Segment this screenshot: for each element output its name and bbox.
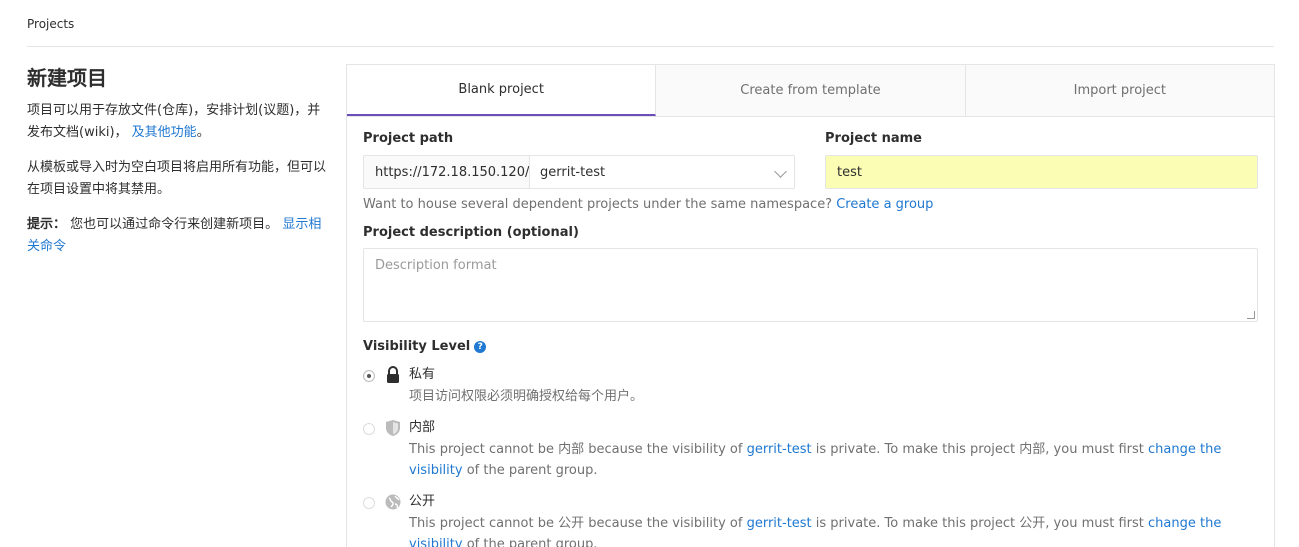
- resize-handle-icon[interactable]: [1247, 311, 1255, 319]
- visibility-option-private: 私有 项目访问权限必须明确授权给每个用户。: [363, 366, 1258, 407]
- template-note: 从模板或导入时为空白项目将启用所有功能，但可以在项目设置中将其禁用。: [27, 160, 327, 197]
- globe-icon: [385, 494, 401, 510]
- tab-create-from-template[interactable]: Create from template: [656, 65, 966, 116]
- divider: [27, 46, 1274, 47]
- visibility-option-internal: 内部 This project cannot be 内部 because the…: [363, 419, 1258, 481]
- new-project-panel: Blank project Create from template Impor…: [346, 64, 1275, 547]
- namespace-help: Want to house several dependent projects…: [363, 197, 934, 212]
- visibility-label: Visibility Level ?: [363, 339, 1258, 354]
- option-title: 公开: [409, 494, 436, 509]
- features-link[interactable]: 及其他功能: [132, 125, 197, 140]
- project-name-input[interactable]: test: [825, 155, 1258, 189]
- parent-group-link[interactable]: gerrit-test: [747, 442, 812, 457]
- description-placeholder: Description format: [375, 258, 497, 273]
- intro-text: 项目可以用于存放文件(仓库)，安排计划(议题)，并发布文档(wiki)， 及其他…: [27, 103, 321, 140]
- project-form: Project path https://172.18.150.120/ ger…: [363, 131, 1258, 547]
- sidebar-info: 新建项目 项目可以用于存放文件(仓库)，安排计划(议题)，并发布文档(wiki)…: [27, 66, 327, 271]
- project-path-group: https://172.18.150.120/ gerrit-test: [363, 155, 795, 189]
- option-description: 项目访问权限必须明确授权给每个用户。: [409, 389, 644, 404]
- breadcrumb[interactable]: Projects: [27, 17, 74, 31]
- radio-internal[interactable]: [363, 423, 375, 435]
- namespace-select[interactable]: gerrit-test: [529, 155, 795, 189]
- radio-private[interactable]: [363, 370, 375, 382]
- option-description: This project cannot be 内部 because the vi…: [409, 442, 1222, 478]
- option-title: 私有: [409, 367, 436, 382]
- path-prefix: https://172.18.150.120/: [363, 155, 529, 189]
- project-path-label: Project path: [363, 131, 454, 146]
- description-textarea[interactable]: Description format: [363, 248, 1258, 322]
- tab-blank-project[interactable]: Blank project: [347, 65, 657, 116]
- visibility-option-public: 公开 This project cannot be 公开 because the…: [363, 493, 1258, 547]
- radio-public[interactable]: [363, 497, 375, 509]
- option-title: 内部: [409, 420, 436, 435]
- description-label: Project description (optional): [363, 225, 579, 240]
- project-name-label: Project name: [825, 131, 922, 146]
- question-circle-icon[interactable]: ?: [474, 340, 487, 353]
- option-description: This project cannot be 公开 because the vi…: [409, 513, 1258, 547]
- lock-icon: [387, 366, 399, 383]
- tip-text: 提示： 您也可以通过命令行来创建新项目。 显示相关命令: [27, 217, 322, 254]
- namespace-value: gerrit-test: [540, 164, 606, 180]
- tab-import-project[interactable]: Import project: [965, 65, 1274, 116]
- shield-icon: [386, 420, 400, 436]
- create-group-link[interactable]: Create a group: [836, 197, 933, 212]
- tab-bar: Blank project Create from template Impor…: [347, 65, 1274, 117]
- parent-group-link[interactable]: gerrit-test: [747, 516, 812, 531]
- page-title: 新建项目: [27, 66, 107, 90]
- chevron-down-icon: [774, 165, 787, 178]
